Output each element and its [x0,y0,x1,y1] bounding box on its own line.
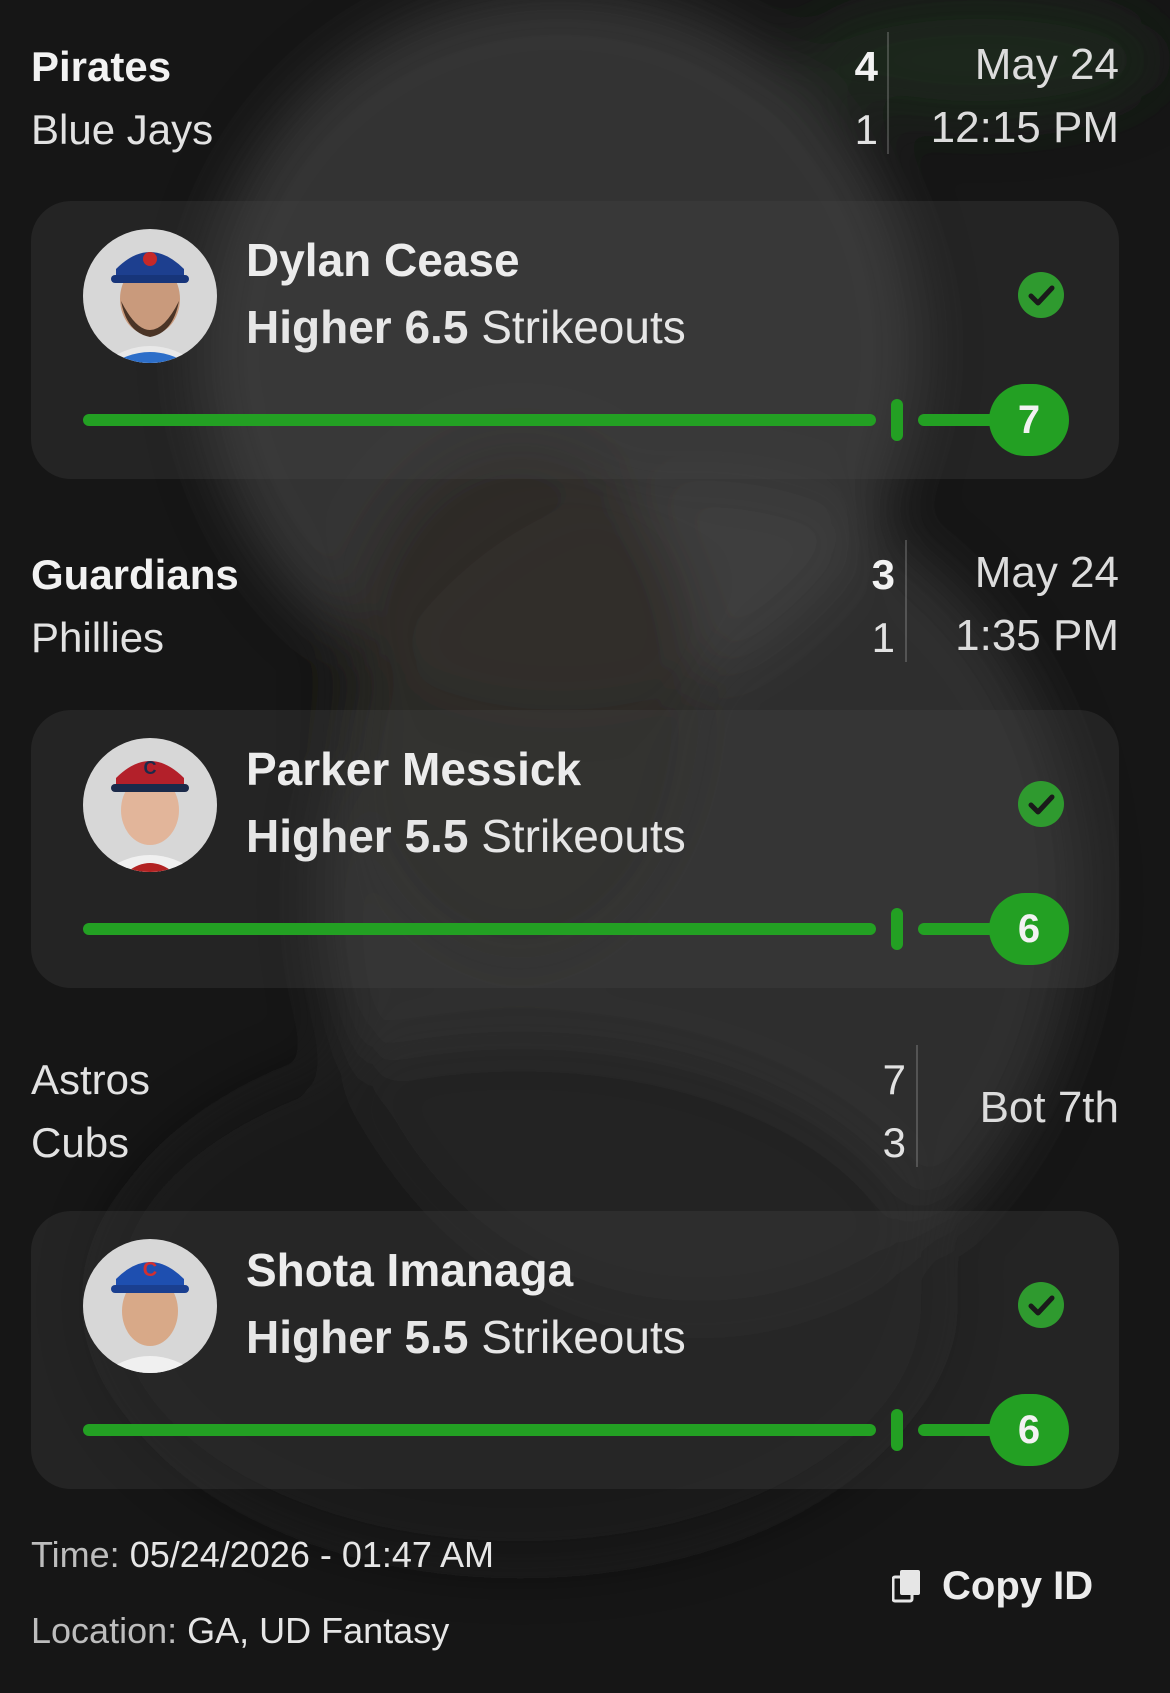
pick-line-value: 5.5 [404,810,469,862]
game-time: 1:35 PM [955,611,1119,660]
time-value: 05/24/2026 - 01:47 AM [129,1534,494,1575]
pick-direction: Higher [246,1311,392,1363]
progress-bar [83,923,876,935]
game-header: Astros Cubs 7 3 Bot 7th [31,1043,1119,1173]
divider [916,1045,918,1167]
check-circle-icon [1018,781,1064,827]
svg-text:C: C [144,758,157,778]
player-avatar: C [83,1239,217,1373]
team2-name: Cubs [31,1119,130,1166]
progress-bar [83,414,876,426]
team1-name: Pirates [31,43,172,90]
pick-line-value: 6.5 [404,301,469,353]
location-value: GA, UD Fantasy [187,1610,450,1651]
pick-card[interactable]: C Parker Messick Higher 5.5 Strikeouts 6 [31,710,1119,988]
copy-id-label: Copy ID [942,1563,1094,1608]
player-avatar: C [83,738,217,872]
player-name: Shota Imanaga [246,1244,574,1296]
pick-line-value: 5.5 [404,1311,469,1363]
pick-stat: Strikeouts [481,810,686,862]
location-label: Location: [31,1610,178,1651]
player-avatar [83,229,217,363]
player-name: Dylan Cease [246,234,520,286]
pick-stat: Strikeouts [481,301,686,353]
team2-score: 3 [882,1119,906,1166]
game-header: Pirates Blue Jays 4 1 May 24 12:15 PM [31,30,1119,160]
pick-line: Higher 5.5 Strikeouts [246,808,686,864]
team1-name: Guardians [31,551,239,598]
player-name: Parker Messick [246,743,582,795]
pick-direction: Higher [246,301,392,353]
pick-card[interactable]: Dylan Cease Higher 6.5 Strikeouts 7 [31,201,1119,479]
copy-id-button[interactable]: Copy ID [892,1563,1093,1609]
divider [905,540,907,662]
divider [887,32,889,154]
team2-name: Blue Jays [31,106,214,153]
pick-direction: Higher [246,810,392,862]
entry-location: Location: GA, UD Fantasy [31,1609,449,1653]
entry-time: Time: 05/24/2026 - 01:47 AM [31,1533,494,1577]
game-status: Bot 7th [979,1083,1119,1132]
pick-card[interactable]: C Shota Imanaga Higher 5.5 Strikeouts 6 [31,1211,1119,1489]
team1-score: 7 [882,1056,906,1103]
line-marker [891,908,903,950]
result-value: 7 [989,384,1069,456]
result-value: 6 [989,893,1069,965]
check-circle-icon [1018,1282,1064,1328]
check-circle-icon [1018,272,1064,318]
pick-line: Higher 6.5 Strikeouts [246,299,686,355]
time-label: Time: [31,1534,120,1575]
pick-history-screen: Pirates Blue Jays 4 1 May 24 12:15 PM Dy… [0,0,1170,1693]
line-marker [891,399,903,441]
team1-name: Astros [31,1056,151,1103]
pick-line: Higher 5.5 Strikeouts [246,1309,686,1365]
copy-icon [892,1570,920,1603]
team2-name: Phillies [31,614,165,661]
team2-score: 1 [854,106,878,153]
game-header: Guardians Phillies 3 1 May 24 1:35 PM [31,538,1119,668]
game-date: May 24 [974,548,1119,597]
svg-text:C: C [143,1259,157,1281]
line-marker [891,1409,903,1451]
game-time: 12:15 PM [930,103,1119,152]
progress-bar [83,1424,876,1436]
game-date: May 24 [974,40,1119,89]
pick-stat: Strikeouts [481,1311,686,1363]
team1-score: 3 [871,551,895,598]
team1-score: 4 [854,43,878,90]
team2-score: 1 [871,614,895,661]
result-value: 6 [989,1394,1069,1466]
